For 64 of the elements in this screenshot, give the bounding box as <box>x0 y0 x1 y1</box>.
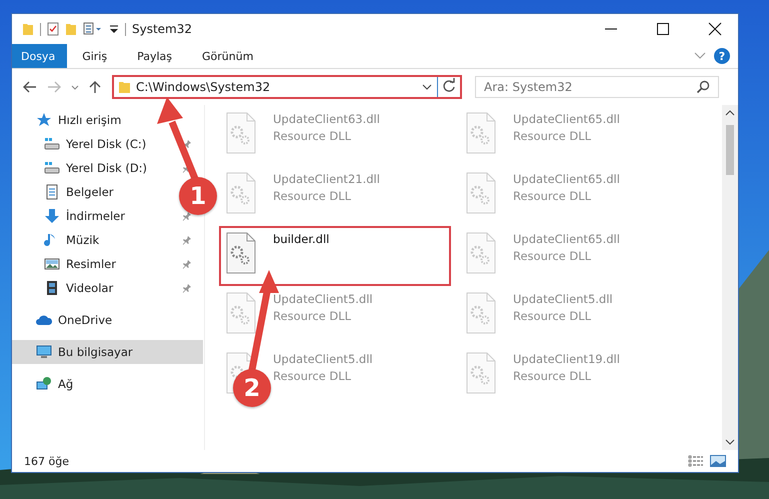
help-button[interactable]: ? <box>714 48 730 64</box>
gear-file-icon <box>225 292 257 334</box>
ribbon-tab[interactable]: Giriş <box>67 44 122 68</box>
film-icon <box>44 280 60 296</box>
file-type: Resource DLL <box>513 249 592 263</box>
file-type: Resource DLL <box>273 369 352 383</box>
file-type: Resource DLL <box>513 369 592 383</box>
gear-file-icon <box>465 172 497 214</box>
drive-icon <box>44 136 60 152</box>
picture-icon <box>44 256 60 272</box>
gear-file-icon <box>465 112 497 154</box>
sidebar-item[interactable]: Belgeler <box>66 185 114 199</box>
address-field[interactable]: C:\Windows\System32 <box>112 75 462 99</box>
up-icon[interactable] <box>88 80 102 94</box>
ribbon-tab[interactable]: Dosya <box>12 44 68 68</box>
monitor-icon <box>36 344 52 360</box>
item-count: 167 öğe <box>24 454 69 468</box>
large-icons-view-icon[interactable] <box>710 455 726 467</box>
search-field[interactable]: Ara: System32 <box>475 76 719 98</box>
sidebar-item[interactable]: Resimler <box>66 257 116 271</box>
drive-icon <box>44 160 60 176</box>
document-icon <box>44 184 60 200</box>
sidebar-item[interactable]: Müzik <box>66 233 100 247</box>
ribbon-tab[interactable]: Paylaş <box>122 44 187 68</box>
file-type: Resource DLL <box>513 189 592 203</box>
address-text: C:\Windows\System32 <box>136 80 270 94</box>
file-tile[interactable]: builder.dll <box>221 228 449 284</box>
sidebar-item[interactable]: Yerel Disk (C:) <box>66 137 146 151</box>
window-title: System32 <box>132 22 192 36</box>
gear-file-icon <box>465 292 497 334</box>
star-icon <box>36 112 52 128</box>
expand-ribbon-icon[interactable] <box>694 52 706 60</box>
search-icon[interactable] <box>696 80 710 94</box>
sidebar-item[interactable]: Videolar <box>66 281 114 295</box>
file-type: Resource DLL <box>273 309 352 323</box>
scroll-up-icon[interactable] <box>725 109 735 117</box>
back-icon[interactable] <box>22 80 38 94</box>
file-type: Resource DLL <box>513 309 592 323</box>
sidebar-item[interactable]: Ağ <box>58 377 74 391</box>
details-view-icon[interactable] <box>688 455 704 467</box>
file-type: Resource DLL <box>273 129 352 143</box>
sidebar-item[interactable]: İndirmeler <box>66 209 125 223</box>
gear-file-icon <box>225 172 257 214</box>
dropdown-icon[interactable] <box>422 83 432 91</box>
file-type: Resource DLL <box>273 189 352 203</box>
gear-file-icon <box>465 232 497 274</box>
scroll-down-icon[interactable] <box>725 438 735 446</box>
file-name: builder.dll <box>273 232 330 246</box>
gear-file-icon <box>465 352 497 394</box>
ribbon-tab[interactable]: Görünüm <box>187 44 268 68</box>
folder-icon <box>118 80 131 94</box>
gear-file-icon <box>225 112 257 154</box>
scroll-thumb[interactable] <box>726 125 734 175</box>
sidebar-item[interactable]: Yerel Disk (D:) <box>66 161 148 175</box>
sidebar-item[interactable]: OneDrive <box>58 313 112 327</box>
network-icon <box>36 376 52 392</box>
sidebar-item[interactable]: Bu bilgisayar <box>12 340 203 364</box>
gear-file-icon <box>225 232 257 274</box>
file-type: Resource DLL <box>513 129 592 143</box>
properties-icon[interactable] <box>47 22 59 36</box>
sidebar-item[interactable]: Hızlı erişim <box>58 113 122 127</box>
down-arrow-icon <box>44 208 60 224</box>
scrollbar[interactable] <box>722 105 738 450</box>
layout-dropdown-icon[interactable] <box>83 22 103 36</box>
